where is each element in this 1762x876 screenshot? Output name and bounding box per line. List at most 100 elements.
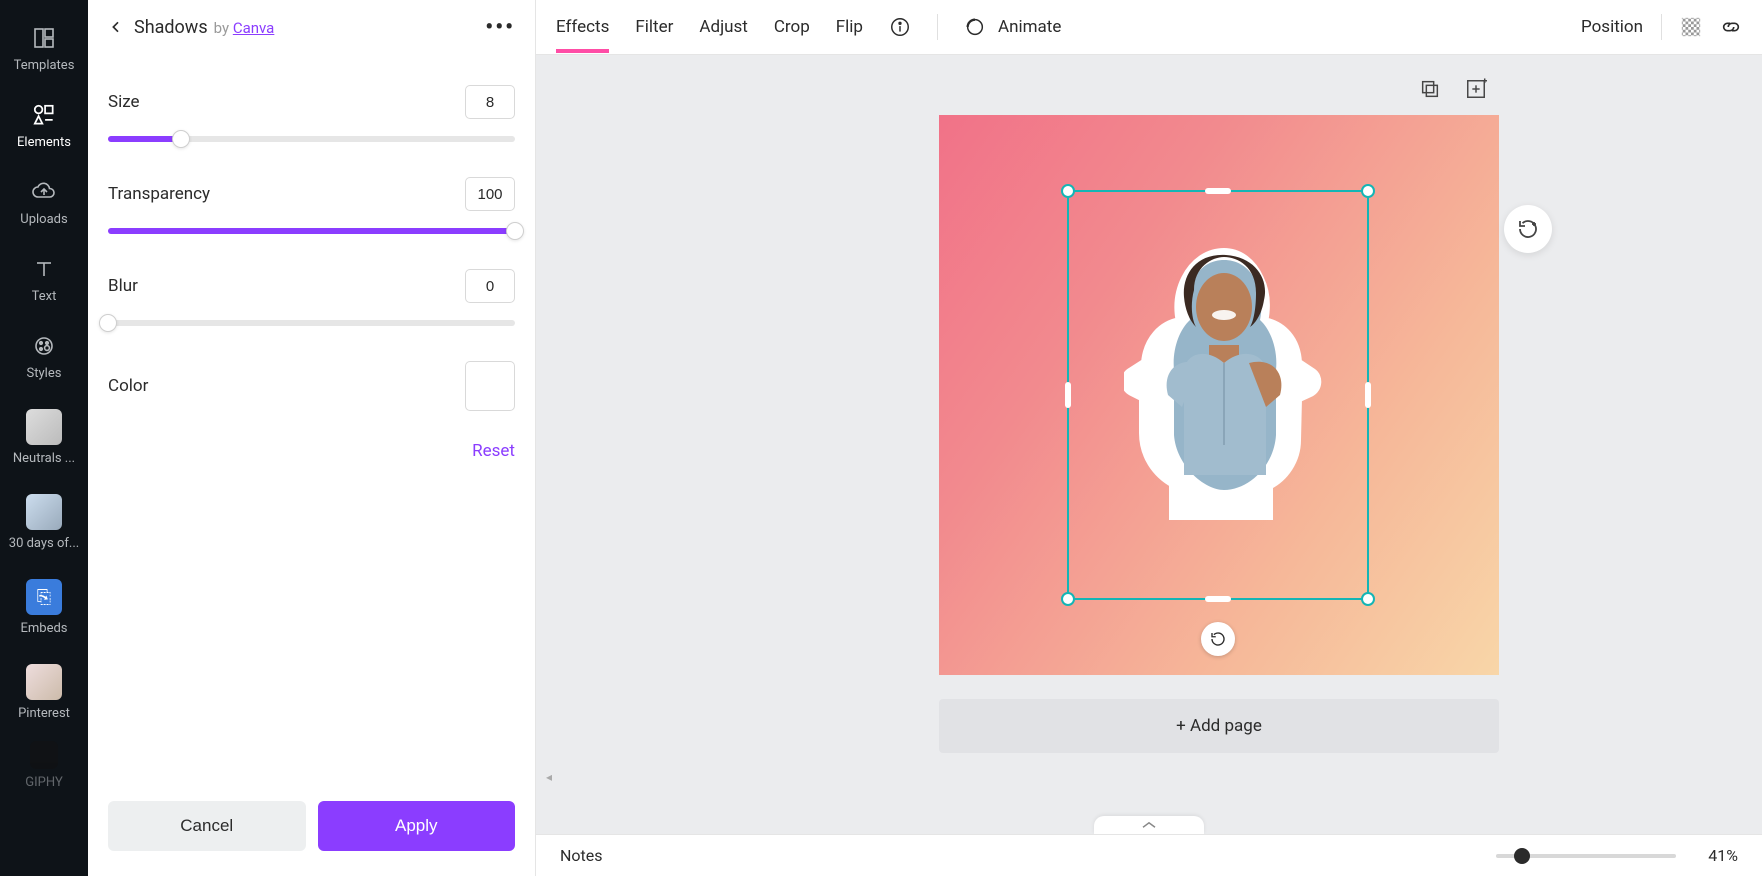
scrollbar-h-icon[interactable]: ◂ [546, 770, 552, 784]
text-icon [30, 255, 58, 283]
slider-thumb[interactable] [99, 314, 117, 332]
sidebar-item-elements[interactable]: Elements [0, 87, 88, 164]
styles-icon [30, 332, 58, 360]
main-area: Effects Filter Adjust Crop Flip Animate … [536, 0, 1762, 876]
panel-body: Size Transparency Blur [88, 55, 535, 791]
sidebar-item-styles[interactable]: Styles [0, 318, 88, 395]
zoom-slider[interactable] [1496, 854, 1676, 858]
size-slider[interactable] [108, 129, 515, 149]
sidebar-item-neutrals[interactable]: Neutrals ... [0, 395, 88, 480]
color-label: Color [108, 376, 465, 396]
size-label: Size [108, 92, 465, 112]
sidebar-item-label: Pinterest [18, 706, 70, 721]
animate-icon[interactable] [964, 16, 986, 38]
zoom-control: 41% [1496, 846, 1738, 865]
apply-button[interactable]: Apply [318, 801, 516, 851]
selection-box[interactable] [1067, 190, 1369, 600]
cancel-button[interactable]: Cancel [108, 801, 306, 851]
zoom-value[interactable]: 41% [1688, 846, 1738, 865]
more-button[interactable]: ••• [485, 15, 515, 40]
panel-header: Shadows by Canva ••• [88, 0, 535, 55]
giphy-icon [30, 741, 58, 769]
toolbar-separator [1661, 14, 1662, 40]
sidebar-item-label: Templates [14, 58, 75, 73]
sidebar: Templates Elements Uploads Text Styles [0, 0, 88, 876]
rotate-handle[interactable] [1201, 622, 1235, 656]
folder-thumb-icon [26, 409, 62, 445]
zoom-thumb[interactable] [1514, 848, 1530, 864]
tab-crop[interactable]: Crop [774, 3, 810, 51]
blur-slider[interactable] [108, 313, 515, 333]
notes-button[interactable]: Notes [560, 846, 603, 865]
slider-thumb[interactable] [506, 222, 524, 240]
canvas-area[interactable]: + Add page ◂ [536, 55, 1762, 834]
transparency-control-row: Transparency [108, 177, 515, 211]
sidebar-item-pinterest[interactable]: Pinterest [0, 650, 88, 735]
link-icon[interactable] [1720, 16, 1742, 38]
resize-handle-bl[interactable] [1061, 592, 1075, 606]
blur-label: Blur [108, 276, 465, 296]
comments-button[interactable] [1504, 205, 1552, 253]
resize-handle-r[interactable] [1365, 382, 1371, 408]
transparency-slider[interactable] [108, 221, 515, 241]
resize-handle-br[interactable] [1361, 592, 1375, 606]
sidebar-item-embeds[interactable]: ⎘ Embeds [0, 565, 88, 650]
sidebar-item-label: GIPHY [25, 775, 63, 790]
slider-thumb[interactable] [172, 130, 190, 148]
slider-fill [108, 136, 181, 142]
resize-handle-tl[interactable] [1061, 184, 1075, 198]
resize-handle-tr[interactable] [1361, 184, 1375, 198]
transparency-label: Transparency [108, 184, 465, 204]
size-input[interactable] [465, 85, 515, 119]
sidebar-item-label: Embeds [20, 621, 67, 636]
panel-title: Shadows [134, 17, 208, 38]
sidebar-item-uploads[interactable]: Uploads [0, 164, 88, 241]
blur-control-row: Blur [108, 269, 515, 303]
resize-handle-t[interactable] [1205, 188, 1231, 194]
add-page-bar[interactable]: + Add page [939, 699, 1499, 753]
uploads-icon [30, 178, 58, 206]
page-controls [1416, 75, 1490, 103]
slider-fill [108, 228, 515, 234]
canva-link[interactable]: Canva [233, 19, 275, 37]
duplicate-page-button[interactable] [1416, 75, 1444, 103]
sidebar-item-label: Elements [17, 135, 71, 150]
page-list-toggle[interactable] [1094, 816, 1204, 834]
tab-animate[interactable]: Animate [998, 3, 1061, 51]
page-canvas[interactable] [939, 115, 1499, 675]
reset-row: Reset [108, 441, 515, 461]
bottom-bar: Notes 41% [536, 834, 1762, 876]
tab-flip[interactable]: Flip [836, 3, 863, 51]
sidebar-item-text[interactable]: Text [0, 241, 88, 318]
info-icon[interactable] [889, 16, 911, 38]
tab-effects[interactable]: Effects [556, 3, 609, 51]
add-page-button[interactable] [1462, 75, 1490, 103]
toolbar-separator [937, 14, 938, 40]
sidebar-item-label: Text [32, 289, 57, 304]
add-page-label: + Add page [1176, 716, 1262, 736]
templates-icon [30, 24, 58, 52]
resize-handle-b[interactable] [1205, 596, 1231, 602]
color-swatch[interactable] [465, 361, 515, 411]
sidebar-item-giphy[interactable]: GIPHY [0, 735, 88, 796]
effects-panel: Shadows by Canva ••• Size Transparency [88, 0, 536, 876]
reset-button[interactable]: Reset [472, 441, 515, 461]
toolbar: Effects Filter Adjust Crop Flip Animate … [536, 0, 1762, 55]
back-button[interactable] [108, 16, 124, 40]
tab-adjust[interactable]: Adjust [699, 3, 747, 51]
toolbar-right: Position [1581, 3, 1742, 51]
elements-icon [30, 101, 58, 129]
sidebar-item-30days[interactable]: 30 days of... [0, 480, 88, 565]
embeds-icon: ⎘ [26, 579, 62, 615]
sidebar-item-label: Styles [27, 366, 62, 381]
transparency-icon[interactable] [1680, 16, 1702, 38]
transparency-input[interactable] [465, 177, 515, 211]
blur-input[interactable] [465, 269, 515, 303]
size-control-row: Size [108, 85, 515, 119]
resize-handle-l[interactable] [1065, 382, 1071, 408]
position-button[interactable]: Position [1581, 3, 1643, 51]
panel-footer: Cancel Apply [88, 791, 535, 876]
folder-thumb-icon [26, 494, 62, 530]
sidebar-item-templates[interactable]: Templates [0, 10, 88, 87]
tab-filter[interactable]: Filter [635, 3, 673, 51]
